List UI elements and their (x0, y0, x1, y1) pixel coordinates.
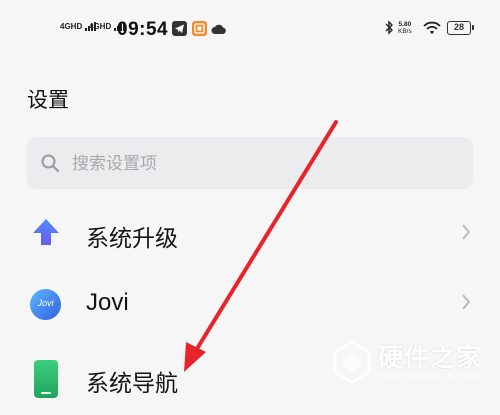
watermark: 硬件之家 YING JIAN ZHI JIA.COM (332, 336, 492, 396)
telegram-icon (172, 21, 187, 36)
settings-item-system-update[interactable]: 系统升级 (0, 200, 500, 270)
search-input[interactable] (70, 149, 454, 179)
wifi-icon (423, 21, 441, 40)
status-bar: 4GHD 4GHD 09:54 5.80 KB/s 28 (0, 0, 500, 58)
system-navigation-icon (33, 359, 59, 399)
network-speed-value: 5.80 (398, 21, 412, 28)
search-bar[interactable] (27, 137, 473, 189)
jovi-icon-text: Jovi (37, 298, 54, 308)
battery-icon: 28 (447, 21, 474, 35)
cloud-icon (211, 22, 227, 40)
settings-item-label: Jovi (86, 289, 129, 316)
status-time: 09:54 (117, 19, 169, 40)
battery-level: 28 (453, 22, 464, 32)
settings-item-jovi[interactable]: Jovi Jovi (0, 270, 500, 340)
watermark-logo-icon (332, 340, 372, 388)
search-icon (40, 153, 60, 177)
page-title: 设置 (27, 88, 69, 112)
chevron-right-icon (461, 292, 471, 316)
network-speed-unit: KB/s (398, 28, 412, 35)
bluetooth-icon (384, 20, 394, 40)
watermark-subtext: YING JIAN ZHI JIA.COM (378, 372, 480, 381)
network-speed: 5.80 KB/s (398, 21, 412, 35)
signal-label-1: 4GHD (60, 22, 83, 31)
settings-item-label: 系统导航 (86, 371, 178, 397)
system-update-icon (30, 216, 62, 248)
signal-label-2: 4GHD (89, 22, 112, 31)
watermark-text: 硬件之家 (378, 343, 483, 372)
settings-item-label: 系统升级 (86, 226, 178, 252)
jovi-icon: Jovi (29, 288, 61, 320)
chevron-right-icon (461, 222, 471, 246)
app-notification-icon (192, 21, 207, 36)
